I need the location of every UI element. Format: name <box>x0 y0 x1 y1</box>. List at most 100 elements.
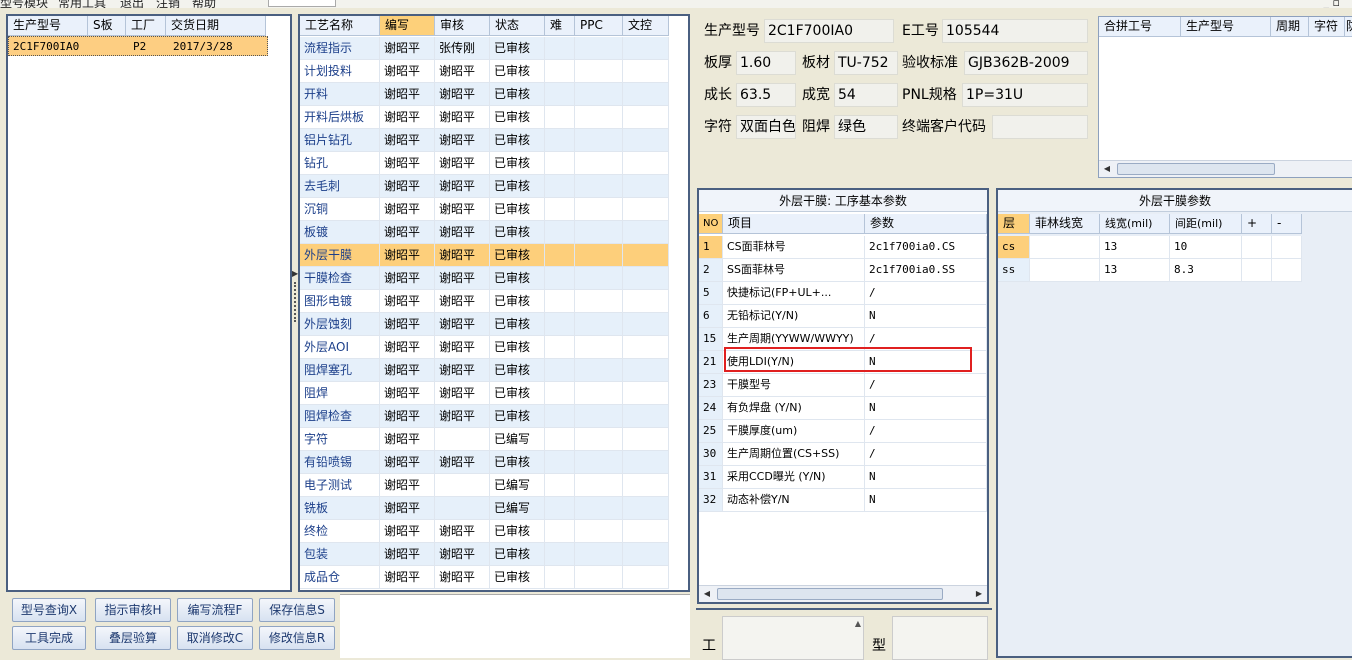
table-row[interactable]: 2C1F700IA0 P2 2017/3/28 <box>8 36 268 56</box>
stack-calc-button[interactable]: 叠层验算 <box>95 626 171 650</box>
param-item-cell[interactable]: 干膜厚度(um) <box>723 420 865 443</box>
param-item-cell[interactable]: 快捷标记(FP+UL+... <box>723 282 865 305</box>
material-field[interactable]: TU-752 <box>834 51 898 75</box>
param-no-cell[interactable]: 2 <box>699 259 723 282</box>
param-item-cell[interactable]: 无铅标记(Y/N) <box>723 305 865 328</box>
param-value-cell[interactable]: N <box>865 489 987 512</box>
col-header-writer[interactable]: 编写 <box>380 16 435 36</box>
param-no-cell[interactable]: 6 <box>699 305 723 328</box>
col-header-minus[interactable]: - <box>1272 214 1302 234</box>
menu-search-box[interactable] <box>268 0 336 7</box>
param-no-cell[interactable]: 1 <box>699 236 723 259</box>
table-row[interactable]: 干膜检查 谢昭平 谢昭平 已审核 <box>300 267 669 290</box>
param-value-cell[interactable]: / <box>865 282 987 305</box>
minimize-icon[interactable]: _ ▫ <box>1324 0 1340 8</box>
col-header-difficulty[interactable]: 难 <box>545 16 575 36</box>
table-row[interactable]: 铣板 谢昭平 已编写 <box>300 497 669 520</box>
table-row[interactable]: 终检 谢昭平 谢昭平 已审核 <box>300 520 669 543</box>
col-header-s[interactable]: S板 <box>88 16 126 36</box>
param-item-cell[interactable]: SS面菲林号 <box>723 259 865 282</box>
plus-cell[interactable] <box>1242 236 1272 259</box>
table-row[interactable]: 流程指示 谢昭平 张传刚 已审核 <box>300 37 669 60</box>
layer-cell[interactable]: cs <box>998 236 1030 259</box>
table-row[interactable]: 开料 谢昭平 谢昭平 已审核 <box>300 83 669 106</box>
plus-cell[interactable] <box>1242 259 1272 282</box>
pnl-field[interactable]: 1P=31U <box>962 83 1088 107</box>
col-header-status[interactable]: 状态 <box>490 16 545 36</box>
spacing-cell[interactable]: 8.3 <box>1170 259 1242 282</box>
table-row[interactable]: 铝片钻孔 谢昭平 谢昭平 已审核 <box>300 129 669 152</box>
col-header-date[interactable]: 交货日期 <box>166 16 266 36</box>
param-value-cell[interactable]: / <box>865 443 987 466</box>
param-item-cell[interactable]: 有负焊盘 (Y/N) <box>723 397 865 420</box>
col-header-value[interactable]: 参数 <box>865 214 987 234</box>
table-row[interactable]: 外层AOI 谢昭平 谢昭平 已审核 <box>300 336 669 359</box>
col-header-item[interactable]: 项目 <box>723 214 865 234</box>
width-field[interactable]: 54 <box>834 83 898 107</box>
col-header-combine-extra[interactable]: 防 <box>1345 17 1352 37</box>
param-no-cell[interactable]: 21 <box>699 351 723 374</box>
table-row[interactable]: 有铅喷锡 谢昭平 谢昭平 已审核 <box>300 451 669 474</box>
query-model-button[interactable]: 型号查询X <box>12 598 86 622</box>
layer-cell[interactable]: ss <box>998 259 1030 282</box>
combine-scrollbar[interactable]: ◀ <box>1099 160 1352 177</box>
menu-item-model[interactable]: 型号模块 <box>0 0 48 8</box>
table-row[interactable]: 阻焊塞孔 谢昭平 谢昭平 已审核 <box>300 359 669 382</box>
cancel-edit-button[interactable]: 取消修改C <box>177 626 253 650</box>
table-row[interactable]: 钻孔 谢昭平 谢昭平 已审核 <box>300 152 669 175</box>
xing-textarea[interactable] <box>892 616 988 660</box>
menu-item-exit[interactable]: 退出 <box>120 0 144 8</box>
minus-cell[interactable] <box>1272 236 1302 259</box>
col-header-doc[interactable]: 文控 <box>623 16 669 36</box>
table-row[interactable]: 开料后烘板 谢昭平 谢昭平 已审核 <box>300 106 669 129</box>
param-item-cell[interactable]: 干膜型号 <box>723 374 865 397</box>
table-row[interactable]: 成品仓 谢昭平 谢昭平 已审核 <box>300 566 669 589</box>
client-code-field[interactable] <box>992 115 1088 139</box>
col-header-combine-no[interactable]: 合拼工号 <box>1099 17 1181 37</box>
param-item-cell[interactable]: 生产周期位置(CS+SS) <box>723 443 865 466</box>
audit-button[interactable]: 指示审核H <box>95 598 171 622</box>
model-field[interactable]: 2C1F700IA0 <box>764 19 894 43</box>
edit-flow-button[interactable]: 编写流程F <box>177 598 253 622</box>
table-row[interactable]: 计划投料 谢昭平 谢昭平 已审核 <box>300 60 669 83</box>
param-no-cell[interactable]: 31 <box>699 466 723 489</box>
scroll-thumb[interactable] <box>717 588 943 600</box>
table-row[interactable]: 图形电镀 谢昭平 谢昭平 已审核 <box>300 290 669 313</box>
param-item-cell[interactable]: CS面菲林号 <box>723 236 865 259</box>
scroll-right-icon[interactable]: ▶ <box>971 586 987 602</box>
param-value-cell[interactable]: / <box>865 420 987 443</box>
table-row[interactable]: 沉铜 谢昭平 谢昭平 已审核 <box>300 198 669 221</box>
tool-done-button[interactable]: 工具完成 <box>12 626 86 650</box>
save-info-button[interactable]: 保存信息S <box>259 598 335 622</box>
eno-field[interactable]: 105544 <box>942 19 1088 43</box>
col-header-spacing[interactable]: 间距(mil) <box>1170 214 1242 234</box>
length-field[interactable]: 63.5 <box>736 83 796 107</box>
scroll-up-icon[interactable]: ▲ <box>855 619 861 628</box>
table-row[interactable]: 阻焊检查 谢昭平 谢昭平 已审核 <box>300 405 669 428</box>
scroll-left-icon[interactable]: ◀ <box>1099 161 1115 177</box>
param-no-cell[interactable]: 32 <box>699 489 723 512</box>
line-width-cell[interactable]: 13 <box>1100 259 1170 282</box>
gong-textarea[interactable]: ▲ <box>722 616 864 660</box>
thickness-field[interactable]: 1.60 <box>736 51 796 75</box>
param-value-cell[interactable]: 2c1f700ia0.SS <box>865 259 987 282</box>
menu-item-help[interactable]: 帮助 <box>192 0 216 8</box>
line-width-cell[interactable]: 13 <box>1100 236 1170 259</box>
table-row[interactable]: 外层蚀刻 谢昭平 谢昭平 已审核 <box>300 313 669 336</box>
menu-item-tools[interactable]: 常用工具 <box>58 0 106 8</box>
scroll-thumb[interactable] <box>1117 163 1275 175</box>
param-no-cell[interactable]: 5 <box>699 282 723 305</box>
param-no-cell[interactable]: 15 <box>699 328 723 351</box>
param-value-cell[interactable]: / <box>865 374 987 397</box>
table-row[interactable]: 包装 谢昭平 谢昭平 已审核 <box>300 543 669 566</box>
param-no-cell[interactable]: 23 <box>699 374 723 397</box>
table-row[interactable]: 外层干膜 谢昭平 谢昭平 已审核 <box>300 244 669 267</box>
param-value-cell[interactable]: N <box>865 466 987 489</box>
param-item-cell[interactable]: 采用CCD曝光 (Y/N) <box>723 466 865 489</box>
char-field[interactable]: 双面白色 <box>736 115 796 139</box>
param-no-cell[interactable]: 30 <box>699 443 723 466</box>
col-header-plus[interactable]: + <box>1242 214 1272 234</box>
col-header-line-width[interactable]: 线宽(mil) <box>1100 214 1170 234</box>
splitter-grip-icon[interactable] <box>294 282 296 322</box>
param-item-cell[interactable]: 动态补偿Y/N <box>723 489 865 512</box>
